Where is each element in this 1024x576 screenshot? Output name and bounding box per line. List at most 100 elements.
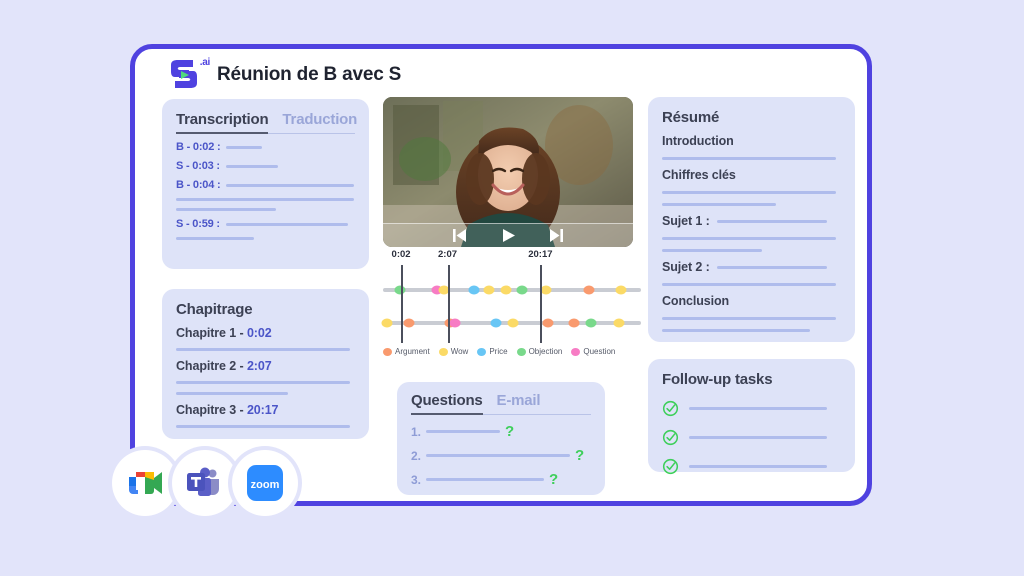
svg-text:zoom: zoom <box>251 479 280 491</box>
next-button[interactable] <box>549 229 563 242</box>
timeline-time-labels: 0:02 2:07 20:17 <box>383 249 641 263</box>
transcription-row: S - 0:03 : <box>176 160 355 172</box>
transcription-rows: B - 0:02 : S - 0:03 : B - 0:04 : S - 0:59 : <box>176 141 355 240</box>
logo-ai-suffix: .ai <box>199 57 211 68</box>
resume-section-heading: Sujet 2 : <box>662 260 841 274</box>
meeting-video-player[interactable] <box>383 97 633 247</box>
timeline-chapter-marker <box>401 265 404 343</box>
chapter-label[interactable]: Chapitre 1 - 0:02 <box>176 326 355 340</box>
followup-task-row[interactable] <box>662 400 841 417</box>
timeline-event-dot[interactable] <box>507 318 519 328</box>
tab-transcription[interactable]: Transcription <box>176 111 269 134</box>
resume-placeholder-line <box>662 249 762 252</box>
chapter-timestamp: 0:02 <box>246 326 272 340</box>
timeline-marker-label: 0:02 <box>391 249 411 260</box>
followup-task-row[interactable] <box>662 458 841 475</box>
resume-section-label: Sujet 2 : <box>662 260 710 274</box>
google-meet-icon[interactable] <box>112 450 178 516</box>
timeline-event-dot[interactable] <box>483 285 495 295</box>
followup-placeholder-line <box>689 465 827 468</box>
timeline-event-dot[interactable] <box>585 318 597 328</box>
legend-item: Objection <box>516 347 563 356</box>
legend-swatch <box>383 347 392 356</box>
transcription-placeholder-line <box>226 145 263 149</box>
logo-mark <box>171 60 197 88</box>
app-screenshot: .ai Réunion de B avec S Transcription Tr… <box>0 0 1024 576</box>
timeline-event-dot[interactable] <box>403 318 415 328</box>
question-placeholder-line <box>426 454 571 457</box>
resume-section-heading: Chiffres clés <box>662 168 841 182</box>
resume-placeholder-line <box>716 219 827 223</box>
chapter-label[interactable]: Chapitre 2 - 2:07 <box>176 359 355 373</box>
zoom-icon[interactable]: zoom <box>232 450 298 516</box>
legend-label: Question <box>583 347 616 356</box>
question-number: 2. <box>411 448 422 463</box>
timeline-event-dot[interactable] <box>583 285 595 295</box>
google-meet-glyph <box>129 472 162 494</box>
timeline-event-dot[interactable] <box>615 285 627 295</box>
interaction-timeline-chart: 0:02 2:07 20:17 Argument Wow Price Objection Q… <box>381 249 641 374</box>
chapter-placeholder-line <box>176 381 350 384</box>
play-button[interactable] <box>501 229 515 242</box>
timeline-event-dot[interactable] <box>394 285 406 295</box>
timeline-marker-label: 2:07 <box>437 249 458 260</box>
chapter-placeholder-line <box>176 425 350 428</box>
transcription-placeholder-line <box>176 208 276 211</box>
transcription-placeholder-line <box>225 222 348 226</box>
resume-placeholder-line <box>662 283 836 286</box>
question-placeholder-line <box>426 478 545 481</box>
resume-section-label: Conclusion <box>662 294 730 308</box>
check-circle-icon[interactable] <box>662 429 679 446</box>
tab-traduction[interactable]: Traduction <box>282 111 357 132</box>
check-circle-icon[interactable] <box>662 458 679 475</box>
tab-questions[interactable]: Questions <box>411 392 483 415</box>
chapter-label[interactable]: Chapitre 3 - 20:17 <box>176 403 355 417</box>
resume-placeholder-line <box>662 157 836 160</box>
transcription-row <box>176 208 355 211</box>
tab-email[interactable]: E-mail <box>497 392 541 413</box>
resume-section-label: Sujet 1 : <box>662 214 710 228</box>
timeline-event-dot[interactable] <box>613 318 625 328</box>
timeline-event-dot[interactable] <box>490 318 502 328</box>
timeline-event-dot[interactable] <box>468 285 480 295</box>
app-header: .ai Réunion de B avec S <box>167 57 402 91</box>
transcription-row: S - 0:59 : <box>176 218 355 230</box>
timeline-event-dot[interactable] <box>500 285 512 295</box>
question-mark-icon: ? <box>575 447 585 464</box>
question-row: 1.? <box>411 424 591 439</box>
legend-label: Wow <box>450 347 469 356</box>
chapter-list: Chapitre 1 - 0:02 Chapitre 2 - 2:07 Chapit… <box>176 326 355 428</box>
resume-section-label: Introduction <box>662 134 734 148</box>
timeline-event-dot[interactable] <box>568 318 580 328</box>
timeline-legend: Argument Wow Price Objection Question <box>383 347 641 356</box>
transcription-row <box>176 198 355 201</box>
timeline-event-dot[interactable] <box>381 318 393 328</box>
question-number: 3. <box>411 472 422 487</box>
chapitrage-panel: Chapitrage Chapitre 1 - 0:02 Chapitre 2 -… <box>162 289 369 439</box>
transcription-placeholder-line <box>176 237 254 240</box>
legend-label: Objection <box>528 347 563 356</box>
transcription-speaker: S - 0:03 : <box>176 160 220 172</box>
timeline-event-dot[interactable] <box>516 285 528 295</box>
timeline-event-dot[interactable] <box>540 285 552 295</box>
resume-title: Résumé <box>662 109 720 126</box>
chapter-timestamp: 20:17 <box>246 403 279 417</box>
microsoft-teams-icon[interactable] <box>172 450 238 516</box>
timeline-event-dot[interactable] <box>542 318 554 328</box>
question-number: 1. <box>411 424 422 439</box>
resume-section-heading: Conclusion <box>662 294 841 308</box>
zoom-glyph: zoom <box>247 465 283 501</box>
previous-button[interactable] <box>453 229 467 242</box>
followup-task-row[interactable] <box>662 429 841 446</box>
followup-title: Follow-up tasks <box>662 371 773 388</box>
page-title: Réunion de B avec S <box>217 64 402 85</box>
question-placeholder-line <box>426 430 501 433</box>
question-row: 2.? <box>411 448 591 463</box>
question-mark-icon: ? <box>549 471 559 488</box>
legend-item: Price <box>477 347 508 356</box>
timeline-event-dot[interactable] <box>449 318 461 328</box>
resume-placeholder-line <box>662 317 836 320</box>
timeline-chapter-marker <box>540 265 543 343</box>
check-circle-icon[interactable] <box>662 400 679 417</box>
transcription-placeholder-line <box>225 164 278 168</box>
